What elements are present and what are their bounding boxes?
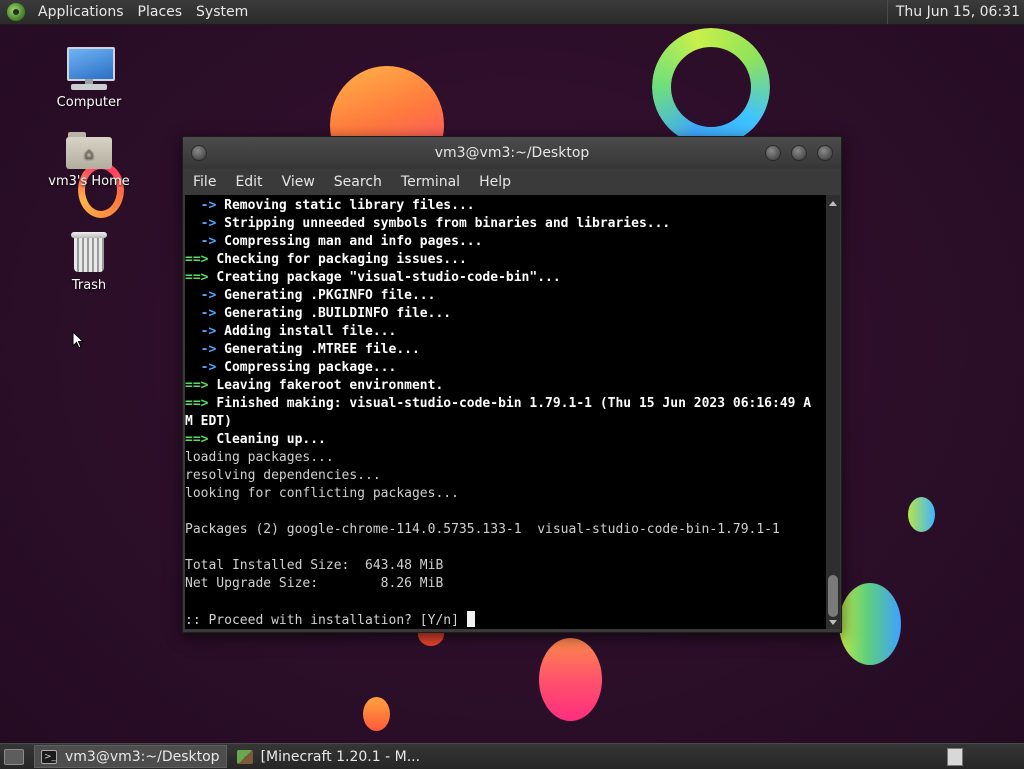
trash-icon <box>70 230 108 274</box>
terminal-line: -> Generating .BUILDINFO file... <box>185 306 452 321</box>
window-menu-button[interactable] <box>191 145 207 161</box>
terminal-window[interactable]: vm3@vm3:~/Desktop File Edit View Search … <box>182 136 842 633</box>
scroll-down-arrow-icon[interactable] <box>829 620 837 625</box>
terminal-line: ==> Creating package "visual-studio-code… <box>185 270 561 285</box>
window-title: vm3@vm3:~/Desktop <box>434 145 590 161</box>
show-desktop-icon[interactable] <box>4 748 24 765</box>
menu-terminal[interactable]: Terminal <box>392 174 469 190</box>
wallpaper-bubble <box>908 497 935 532</box>
taskbar-item-minecraft[interactable]: [Minecraft 1.20.1 - M... <box>231 746 426 767</box>
terminal-line: -> Stripping unneeded symbols from binar… <box>185 216 671 231</box>
menu-edit[interactable]: Edit <box>226 174 271 190</box>
terminal-menubar: File Edit View Search Terminal Help <box>183 169 841 195</box>
desktop-icon-label: Trash <box>71 278 107 293</box>
scroll-up-arrow-icon[interactable] <box>829 201 837 206</box>
menu-applications[interactable]: Applications <box>33 4 129 20</box>
terminal-icon: >_ <box>41 749 57 764</box>
menu-places[interactable]: Places <box>133 4 188 20</box>
text-cursor <box>466 611 475 627</box>
terminal-line: Net Upgrade Size: 8.26 MiB <box>185 576 444 591</box>
desktop-icon-home[interactable]: ⌂ vm3's Home <box>44 130 134 189</box>
terminal-line: Total Installed Size: 643.48 MiB <box>185 558 444 573</box>
computer-icon <box>65 45 115 91</box>
home-folder-icon: ⌂ <box>66 130 112 170</box>
wallpaper-bubble <box>539 638 602 721</box>
menu-help[interactable]: Help <box>470 174 520 190</box>
terminal-line: Packages (2) google-chrome-114.0.5735.13… <box>185 522 780 537</box>
terminal-line: looking for conflicting packages... <box>185 486 459 501</box>
taskbar-item-label: [Minecraft 1.20.1 - M... <box>260 748 421 765</box>
bottom-panel: >_ vm3@vm3:~/Desktop [Minecraft 1.20.1 -… <box>0 743 1024 769</box>
maximize-button[interactable] <box>791 145 807 161</box>
terminal-line: M EDT) <box>185 414 232 429</box>
desktop-icon-computer[interactable]: Computer <box>44 45 134 110</box>
wallpaper-ring <box>652 28 770 146</box>
taskbar-item-terminal[interactable]: >_ vm3@vm3:~/Desktop <box>34 745 227 768</box>
minecraft-icon <box>236 749 253 764</box>
distro-logo-icon[interactable] <box>7 3 25 21</box>
wallpaper-bubble <box>839 583 901 665</box>
menu-search[interactable]: Search <box>325 174 391 190</box>
taskbar-item-label: vm3@vm3:~/Desktop <box>65 748 220 765</box>
terminal-line: -> Adding install file... <box>185 324 397 339</box>
terminal-line: -> Removing static library files... <box>185 198 475 213</box>
terminal-line: -> Compressing package... <box>185 360 397 375</box>
terminal-line: ==> Finished making: visual-studio-code-… <box>185 396 812 411</box>
desktop-icon-label: vm3's Home <box>48 174 130 189</box>
terminal-line: -> Generating .MTREE file... <box>185 342 420 357</box>
terminal-output[interactable]: -> Removing static library files... -> S… <box>185 195 826 629</box>
top-panel: Applications Places System Thu Jun 15, 0… <box>0 0 1024 25</box>
terminal-line: -> Compressing man and info pages... <box>185 234 483 249</box>
terminal-line: :: Proceed with installation? [Y/n] <box>185 611 826 629</box>
terminal-line: ==> Checking for packaging issues... <box>185 252 467 267</box>
scrollbar-thumb[interactable] <box>828 575 838 617</box>
desktop-icon-trash[interactable]: Trash <box>44 230 134 293</box>
workspace-switcher[interactable] <box>947 747 963 766</box>
minimize-button[interactable] <box>765 145 781 161</box>
wallpaper-bubble <box>363 697 390 731</box>
mouse-pointer-icon <box>72 330 85 353</box>
terminal-scrollbar[interactable] <box>826 195 840 629</box>
menu-file[interactable]: File <box>184 174 225 190</box>
close-button[interactable] <box>817 145 833 161</box>
terminal-line: ==> Leaving fakeroot environment. <box>185 378 444 393</box>
terminal-line: resolving dependencies... <box>185 468 381 483</box>
terminal-line: loading packages... <box>185 450 334 465</box>
terminal-line: ==> Cleaning up... <box>185 432 326 447</box>
menu-view[interactable]: View <box>273 174 324 190</box>
desktop-icon-label: Computer <box>56 95 122 110</box>
terminal-line: -> Generating .PKGINFO file... <box>185 288 436 303</box>
menu-system[interactable]: System <box>191 4 253 20</box>
window-titlebar[interactable]: vm3@vm3:~/Desktop <box>183 137 841 169</box>
clock[interactable]: Thu Jun 15, 06:31 <box>886 0 1024 24</box>
